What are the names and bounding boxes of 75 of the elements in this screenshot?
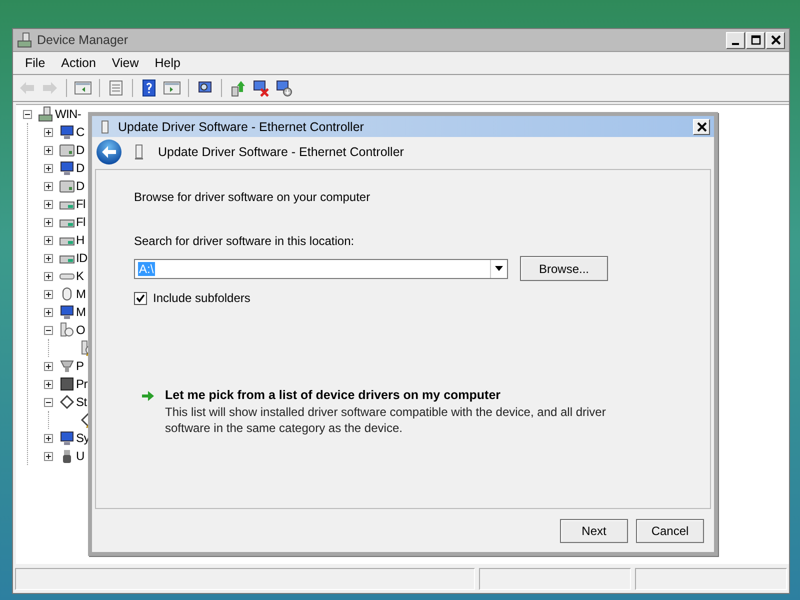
tree-item[interactable]: K	[76, 269, 84, 283]
minimize-icon	[732, 43, 739, 45]
tree-item[interactable]: D	[76, 143, 84, 157]
expander-toggle[interactable]	[44, 200, 53, 208]
expander-toggle[interactable]	[44, 254, 53, 262]
arrow-icon	[141, 390, 155, 402]
tree-item[interactable]: Pr	[76, 377, 88, 391]
expander-toggle[interactable]	[44, 434, 53, 442]
tree-item[interactable]: M	[76, 287, 86, 301]
close-button[interactable]	[766, 32, 785, 48]
tree-item[interactable]: O	[76, 323, 86, 337]
field-label: Search for driver software in this location:	[134, 234, 356, 248]
option-link[interactable]: Let me pick from a list of device drivers on my computer	[165, 388, 501, 402]
chip-icon	[59, 376, 75, 392]
expander-toggle[interactable]	[44, 452, 53, 460]
computer-icon	[17, 32, 33, 48]
expander-toggle[interactable]	[44, 326, 53, 334]
maximize-button[interactable]	[746, 32, 765, 48]
close-icon	[696, 122, 706, 132]
back-button[interactable]	[96, 139, 122, 165]
tree-item[interactable]: Fl	[76, 215, 86, 229]
tree-item[interactable]: C	[76, 125, 84, 139]
expander-toggle[interactable]	[44, 272, 53, 280]
menu-item[interactable]: File	[17, 56, 54, 70]
tree-item[interactable]: H	[76, 233, 84, 247]
tree-item[interactable]: WIN-	[55, 107, 82, 121]
window-title: Device Manager	[37, 33, 130, 47]
network-adapter-icon	[100, 120, 110, 134]
expander-toggle[interactable]	[44, 128, 53, 136]
port-icon	[59, 358, 75, 374]
dialog-button[interactable]: Cancel	[636, 519, 704, 543]
computer-icon	[38, 106, 54, 122]
minimize-button[interactable]	[726, 32, 745, 48]
drive-icon	[59, 178, 75, 194]
menu-item[interactable]: Help	[146, 56, 188, 70]
tree-item[interactable]: U	[76, 449, 84, 463]
menu-item[interactable]: Action	[53, 56, 104, 70]
tree-item[interactable]: P	[76, 359, 84, 373]
expander-toggle[interactable]	[44, 308, 53, 316]
storage-icon	[59, 394, 75, 410]
dialog-button[interactable]: Next	[560, 519, 628, 543]
expander-toggle[interactable]	[44, 146, 53, 154]
monitor-icon	[59, 124, 75, 140]
tree-item[interactable]: M	[76, 305, 86, 319]
expander-toggle[interactable]	[44, 290, 53, 298]
unknown-icon	[59, 322, 75, 338]
dialog-title: Update Driver Software - Ethernet Controller	[118, 120, 365, 134]
expander-toggle[interactable]	[44, 398, 53, 406]
expander-toggle[interactable]	[44, 236, 53, 244]
wizard-heading: Browse for driver software on your computer	[134, 190, 372, 204]
tree-item[interactable]: D	[76, 161, 84, 175]
monitor-icon	[59, 430, 75, 446]
network-adapter-icon	[134, 144, 144, 160]
tree-item[interactable]: ID	[76, 251, 88, 265]
drive-icon	[59, 142, 75, 158]
browse-button[interactable]: Browse...	[520, 256, 608, 281]
tree-item[interactable]: St	[76, 395, 87, 409]
expander-toggle[interactable]	[44, 218, 53, 226]
include-subfolders-checkbox[interactable]: Include subfolders	[134, 291, 250, 305]
monitor-icon	[59, 160, 75, 176]
check-icon	[136, 294, 145, 302]
close-icon	[770, 35, 780, 45]
close-button[interactable]	[693, 118, 710, 134]
wizard-title: Update Driver Software - Ethernet Controller	[158, 145, 404, 159]
expander-toggle[interactable]	[23, 110, 32, 118]
expander-toggle[interactable]	[44, 380, 53, 388]
expander-toggle[interactable]	[44, 164, 53, 172]
expander-toggle[interactable]	[44, 182, 53, 190]
monitor-icon	[59, 304, 75, 320]
option-description: This list will show installed driver software compatible with the device, and all driver software in the same category as the device.	[165, 404, 607, 436]
tree-item[interactable]: D	[76, 179, 84, 193]
expander-toggle[interactable]	[44, 362, 53, 370]
tree-item[interactable]: Fl	[76, 197, 86, 211]
maximize-icon	[750, 35, 760, 45]
menu-item[interactable]: View	[104, 56, 147, 70]
